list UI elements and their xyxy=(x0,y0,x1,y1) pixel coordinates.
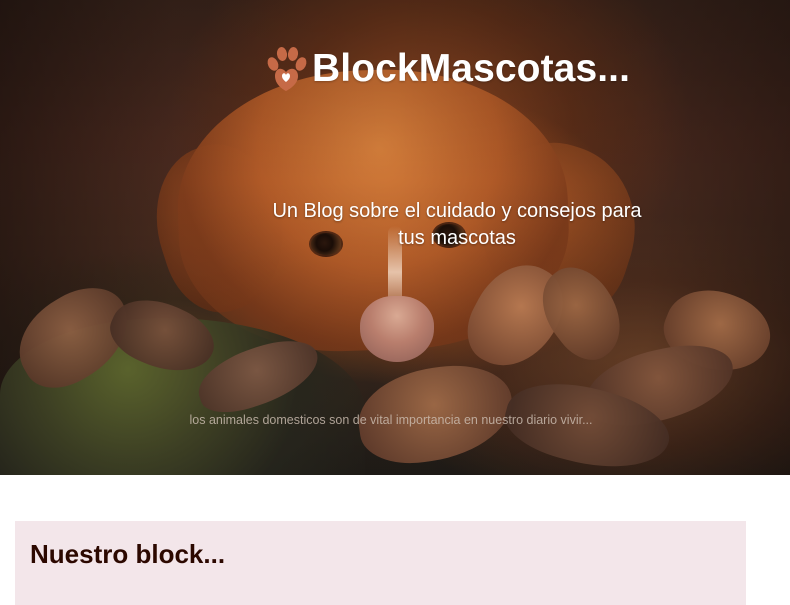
page: BlockMascotas... Un Blog sobre el cuidad… xyxy=(0,0,790,605)
blog-section-card: Nuestro block... xyxy=(15,521,746,605)
hero-banner: BlockMascotas... Un Blog sobre el cuidad… xyxy=(0,0,790,475)
hero-tagline: los animales domesticos son de vital imp… xyxy=(189,412,593,427)
hero-subtitle: Un Blog sobre el cuidado y consejos para… xyxy=(272,200,642,249)
dog-snout xyxy=(360,296,434,362)
site-logo[interactable]: BlockMascotas... xyxy=(262,43,652,95)
paw-heart-icon xyxy=(262,45,310,93)
section-title: Nuestro block... xyxy=(30,539,226,569)
site-title[interactable]: BlockMascotas... xyxy=(312,46,630,92)
